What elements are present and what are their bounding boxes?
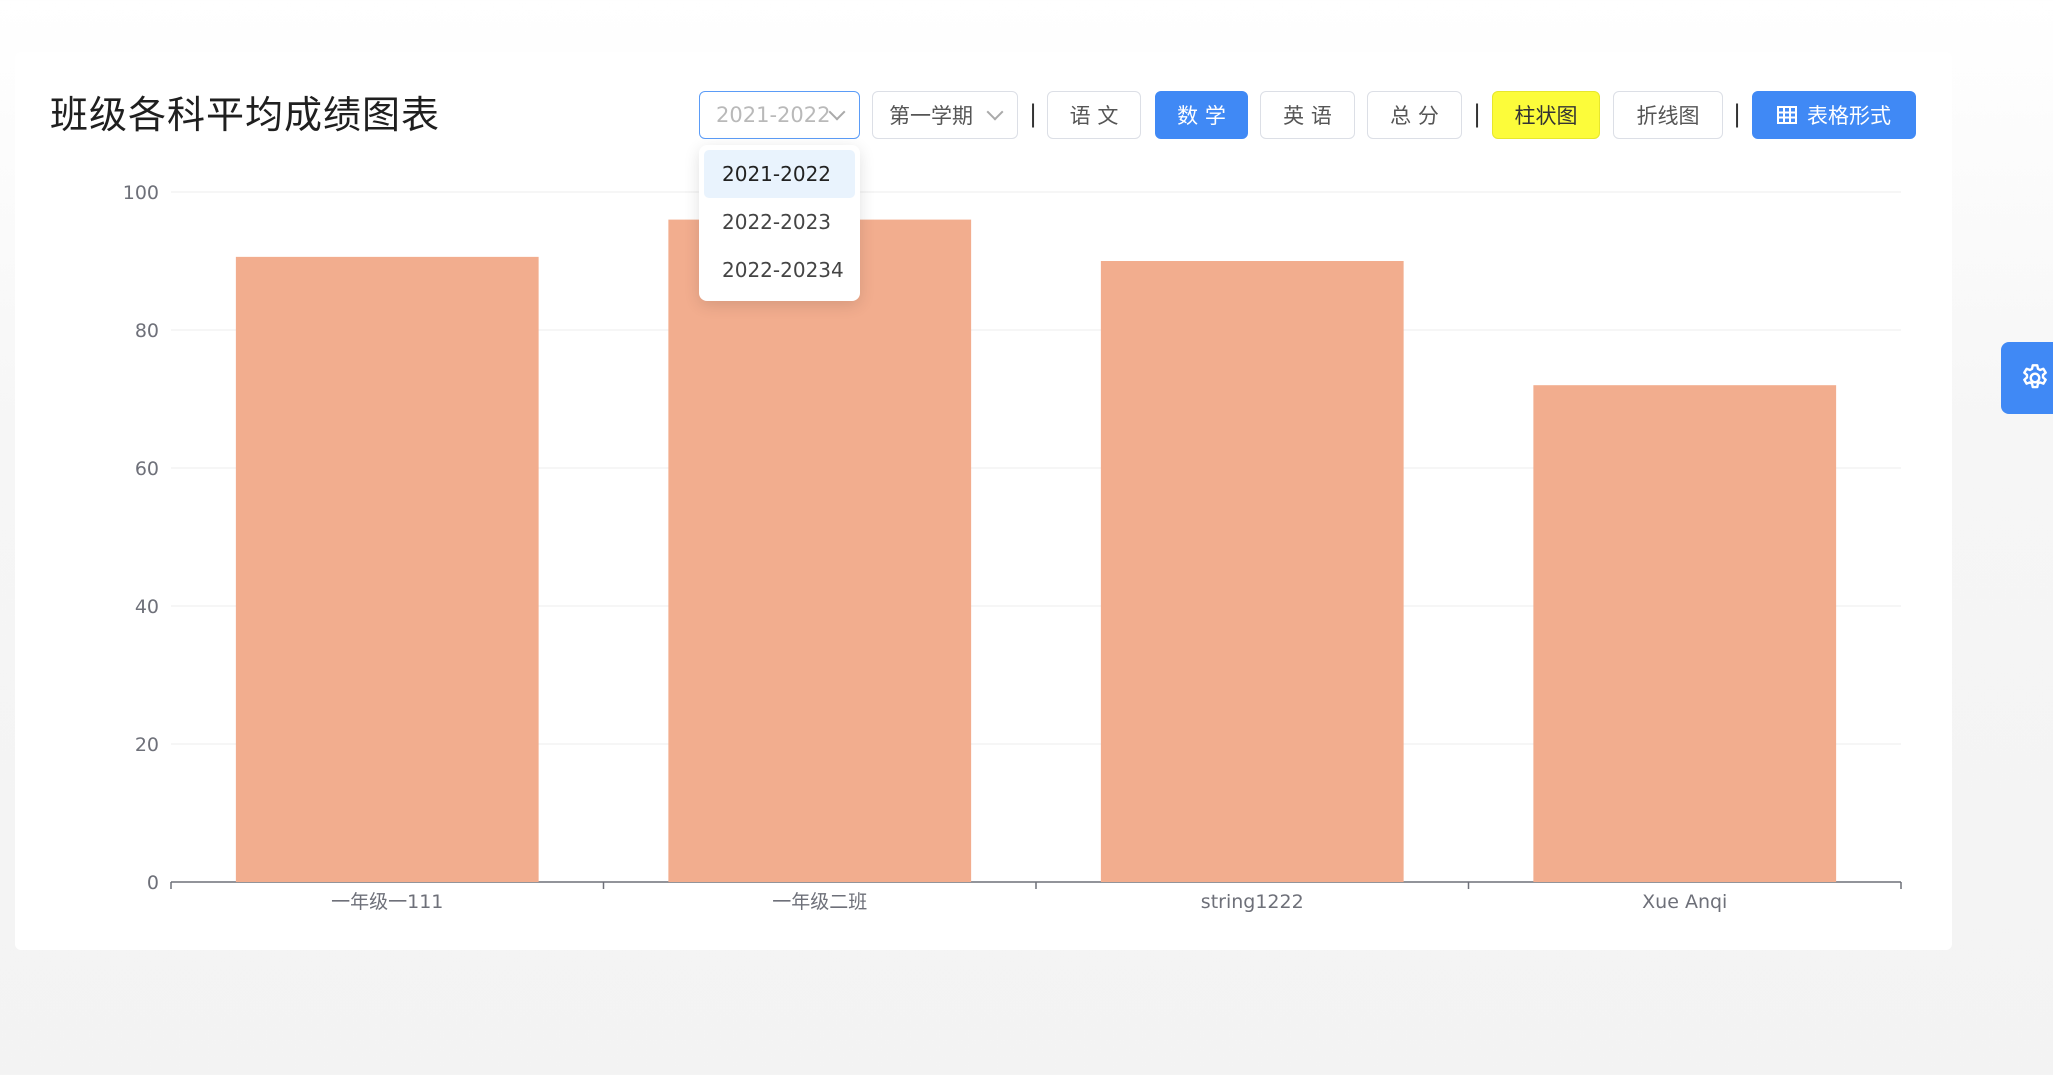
x-tick-label: string1222 — [1201, 891, 1304, 913]
year-dropdown-menu: 2021-2022 2022-2023 2022-20234 — [699, 145, 860, 301]
x-tick-label: 一年级一111 — [331, 891, 443, 913]
y-tick-label: 80 — [135, 320, 159, 342]
bar-chart: 0 20 40 60 80 100 一年级一111 一年级二班 string1222 Xue An… — [123, 182, 1902, 913]
x-tick-label: Xue Anqi — [1642, 891, 1727, 913]
y-tick-label: 100 — [123, 182, 159, 204]
settings-tab[interactable] — [2001, 342, 2053, 414]
y-tick-label: 20 — [135, 734, 159, 756]
year-option[interactable]: 2021-2022 — [704, 150, 855, 198]
year-option[interactable]: 2022-2023 — [704, 198, 855, 246]
year-option[interactable]: 2022-20234 — [704, 246, 855, 294]
y-tick-label: 40 — [135, 596, 159, 618]
bar — [1100, 261, 1404, 882]
x-tick-label: 一年级二班 — [772, 891, 867, 913]
bar — [1533, 385, 1837, 882]
y-tick-label: 60 — [135, 458, 159, 480]
bar — [235, 256, 539, 882]
gear-icon — [2023, 364, 2047, 389]
bar — [668, 219, 972, 883]
y-tick-label: 0 — [147, 872, 159, 894]
